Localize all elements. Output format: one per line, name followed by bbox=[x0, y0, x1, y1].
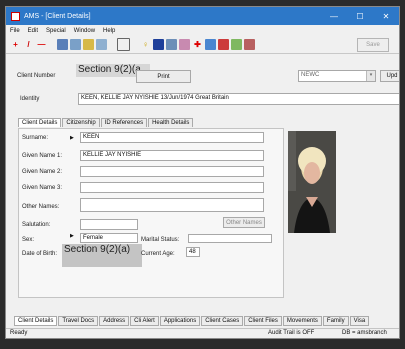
current-age-field: 48 bbox=[186, 247, 200, 257]
identity-label: Identity bbox=[20, 96, 40, 102]
other-names-label: Other Names: bbox=[22, 204, 60, 210]
menu-file[interactable]: File bbox=[10, 28, 20, 34]
title-bar: AMS - [Client Details] — ☐ ✕ bbox=[6, 7, 399, 25]
tools-icon[interactable] bbox=[96, 39, 107, 50]
current-age-label: Current Age: bbox=[141, 251, 175, 257]
minimize-button[interactable]: — bbox=[321, 7, 347, 25]
required-arrow-icon: ▶ bbox=[70, 233, 74, 239]
office-select[interactable]: NEWC ▾ bbox=[298, 70, 376, 82]
required-arrow-icon: ▶ bbox=[70, 135, 74, 141]
audit-trail-status: Audit Trail is OFF bbox=[268, 330, 315, 336]
tab-client-details-bottom[interactable]: Client Details bbox=[14, 316, 58, 326]
identity-field: KEEN, KELLIE JAY NYISHIE 13/Jun/1974 Gre… bbox=[78, 93, 399, 105]
salutation-label: Salutation: bbox=[22, 222, 51, 228]
salutation-field[interactable] bbox=[80, 219, 138, 230]
alert-icon[interactable] bbox=[218, 39, 229, 50]
detail-tabs: Client Details Citizenship ID References… bbox=[18, 118, 194, 127]
close-button[interactable]: ✕ bbox=[373, 7, 399, 25]
tab-cli-alert[interactable]: Cli Alert bbox=[130, 316, 159, 326]
edit-pen-icon[interactable]: / bbox=[23, 39, 34, 50]
status-bar: Ready Audit Trail is OFF DB = amsbranch bbox=[6, 328, 399, 338]
surname-label: Surname: bbox=[22, 135, 49, 141]
tab-client-files[interactable]: Client Files bbox=[244, 316, 282, 326]
given-name-2-label: Given Name 2: bbox=[22, 169, 63, 175]
tab-client-details[interactable]: Client Details bbox=[18, 118, 62, 127]
menu-help[interactable]: Help bbox=[103, 28, 115, 34]
toolbar: + / — ♀ ✚ Save bbox=[6, 36, 399, 54]
marital-status-label: Marital Status: bbox=[141, 237, 180, 243]
document-icon[interactable] bbox=[117, 38, 130, 51]
key-icon[interactable]: ♀ bbox=[140, 39, 151, 50]
edit-icon[interactable] bbox=[166, 39, 177, 50]
medical-cross-icon[interactable]: ✚ bbox=[192, 39, 203, 50]
tab-id-references[interactable]: ID References bbox=[100, 118, 148, 127]
menu-special[interactable]: Special bbox=[46, 28, 66, 34]
sex-field[interactable]: Female bbox=[80, 233, 138, 243]
other-names-field[interactable] bbox=[80, 198, 264, 212]
report-icon[interactable] bbox=[205, 39, 216, 50]
client-number-label: Client Number bbox=[17, 73, 56, 79]
image-icon[interactable] bbox=[231, 39, 242, 50]
database-status: DB = amsbranch bbox=[342, 330, 387, 336]
given-name-1-label: Given Name 1: bbox=[22, 153, 63, 159]
find-icon[interactable] bbox=[70, 39, 81, 50]
given-name-3-field[interactable] bbox=[80, 182, 264, 193]
tab-citizenship[interactable]: Citizenship bbox=[62, 118, 100, 127]
app-icon bbox=[11, 11, 20, 21]
menu-bar: File Edit Special Window Help bbox=[6, 26, 399, 35]
tab-travel-docs[interactable]: Travel Docs bbox=[58, 316, 99, 326]
folder-icon[interactable] bbox=[83, 39, 94, 50]
office-value: NEWC bbox=[301, 72, 320, 78]
given-name-2-field[interactable] bbox=[80, 166, 264, 177]
tab-health-details[interactable]: Health Details bbox=[148, 118, 194, 127]
surname-field[interactable]: KEEN bbox=[80, 132, 264, 143]
tab-movements[interactable]: Movements bbox=[282, 316, 322, 326]
print-button[interactable]: Print bbox=[136, 70, 191, 83]
date-of-birth-redaction: Section 9(2)(a) bbox=[62, 244, 142, 267]
menu-edit[interactable]: Edit bbox=[28, 28, 38, 34]
bottom-tabs: Client Details Travel Docs Address Cli A… bbox=[14, 316, 370, 326]
window-title: AMS - [Client Details] bbox=[24, 12, 91, 20]
search-icon[interactable] bbox=[57, 39, 68, 50]
add-icon[interactable]: + bbox=[10, 39, 21, 50]
maximize-button[interactable]: ☐ bbox=[347, 7, 373, 25]
remove-icon[interactable]: — bbox=[36, 39, 47, 50]
given-name-3-label: Given Name 3: bbox=[22, 185, 63, 191]
marital-status-field[interactable] bbox=[188, 234, 272, 243]
status-text: Ready bbox=[10, 330, 28, 336]
menu-window[interactable]: Window bbox=[74, 28, 95, 34]
save-button[interactable]: Save bbox=[357, 38, 389, 52]
tab-applications[interactable]: Applications bbox=[159, 316, 201, 326]
sex-label: Sex: bbox=[22, 237, 35, 243]
update-button[interactable]: Upd bbox=[380, 70, 399, 82]
tab-visa[interactable]: Visa bbox=[349, 316, 370, 326]
info-icon[interactable] bbox=[153, 39, 164, 50]
tab-address[interactable]: Address bbox=[99, 316, 130, 326]
other-names-button[interactable]: Other Names bbox=[223, 217, 265, 228]
tab-family[interactable]: Family bbox=[322, 316, 349, 326]
notes-icon[interactable] bbox=[179, 39, 190, 50]
client-photo bbox=[288, 131, 336, 233]
date-of-birth-label: Date of Birth: bbox=[22, 251, 58, 257]
given-name-1-field[interactable]: KELLIE JAY NYISHIE bbox=[80, 150, 264, 161]
print-icon[interactable] bbox=[244, 39, 255, 50]
tab-client-cases[interactable]: Client Cases bbox=[201, 316, 244, 326]
chevron-down-icon[interactable]: ▾ bbox=[366, 71, 375, 81]
main-window: AMS - [Client Details] — ☐ ✕ File Edit S… bbox=[5, 6, 400, 339]
